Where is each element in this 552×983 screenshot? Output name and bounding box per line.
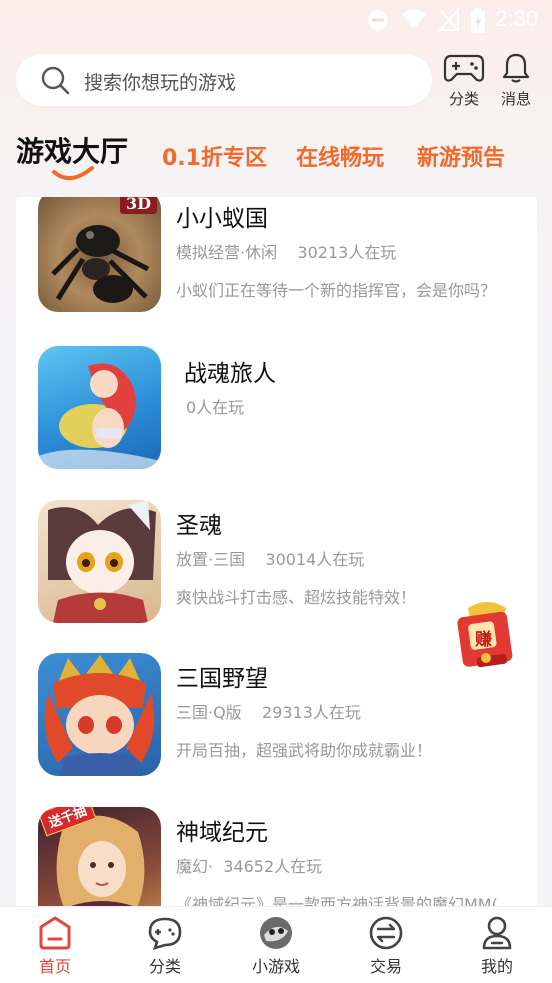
nav-home-label: 首页 — [38, 957, 71, 976]
game-icon-saint-soul[interactable] — [38, 500, 161, 623]
nav-category-label: 分类 — [148, 957, 181, 976]
game-title: 三国野望 — [176, 666, 268, 692]
anime-girl-icon — [38, 363, 161, 469]
wifi-icon — [402, 9, 426, 29]
game-meta: 魔幻· 34652人在玩 — [176, 857, 323, 876]
profile-icon — [482, 916, 512, 950]
game-title: 小小蚁国 — [176, 206, 268, 232]
messages-label: 消息 — [500, 90, 531, 108]
nav-trade[interactable]: 交易 — [331, 907, 441, 983]
list-item[interactable]: 3D 小小蚁国 模拟经营·休闲 30213人在玩 小蚁们正在等待一个新的指挥官，… — [16, 197, 537, 319]
game-title: 战魂旅人 — [184, 361, 276, 387]
status-time: 2:30 — [495, 6, 538, 31]
category-tabs: 游戏大厅 0.1折专区 在线畅玩 新游预告 — [0, 124, 552, 184]
list-item[interactable]: 战魂旅人 0人在玩 — [16, 346, 537, 476]
game-desc: 开局百抽，超强武将助你成就霸业！ — [176, 741, 433, 760]
nav-mini-games-label: 小游戏 — [251, 957, 300, 976]
gamepad-icon — [443, 54, 485, 82]
game-desc: 爽快战斗打击感、超炫技能特效！ — [176, 588, 417, 607]
bell-icon — [502, 53, 530, 83]
game-desc: 小蚁们正在等待一个新的指挥官，会是你吗？ — [176, 281, 497, 300]
status-bar: 2:30 — [0, 0, 552, 38]
fox-girl-icon — [48, 500, 156, 623]
game-meta: 0人在玩 — [186, 398, 245, 417]
category-label: 分类 — [448, 90, 479, 108]
tab-online-play[interactable]: 在线畅玩 — [296, 140, 384, 172]
tab-active-indicator — [52, 166, 94, 180]
game-meta: 模拟经营·休闲 30213人在玩 — [176, 243, 397, 262]
game-title: 神域纪元 — [176, 820, 268, 846]
nav-category[interactable]: 分类 — [110, 907, 220, 983]
home-icon — [39, 916, 71, 950]
dnd-icon — [368, 10, 388, 30]
battery-icon — [471, 8, 485, 33]
badge-3d: 3D — [119, 197, 157, 214]
messages-button[interactable]: 消息 — [486, 52, 546, 108]
game-icon-three-kingdoms[interactable] — [38, 653, 161, 776]
warrior-icon — [44, 655, 155, 776]
nav-trade-label: 交易 — [369, 957, 402, 976]
signal-off-icon — [438, 8, 459, 31]
category-chat-icon — [148, 917, 182, 950]
earn-red-envelope-button[interactable]: 赚 — [452, 600, 522, 672]
earn-label: 赚 — [475, 630, 492, 650]
game-meta: 放置·三国 30014人在玩 — [176, 550, 365, 569]
list-item[interactable]: 三国野望 三国·Q版 29313人在玩 开局百抽，超强武将助你成就霸业！ — [16, 653, 537, 783]
game-list: 3D 小小蚁国 模拟经营·休闲 30213人在玩 小蚁们正在等待一个新的指挥官，… — [16, 197, 537, 912]
trade-icon — [369, 916, 403, 950]
ant-icon — [51, 225, 150, 303]
nav-profile-label: 我的 — [480, 957, 513, 976]
nav-home[interactable]: 首页 — [0, 907, 110, 983]
nav-mini-games[interactable]: 小游戏 — [221, 907, 331, 983]
tab-discount-zone[interactable]: 0.1折专区 — [162, 140, 267, 172]
game-title: 圣魂 — [176, 513, 222, 539]
bottom-navigation: 首页 分类 小游戏 交易 我的 — [0, 906, 552, 983]
category-button[interactable]: 分类 — [434, 52, 494, 108]
nav-profile[interactable]: 我的 — [442, 907, 552, 983]
search-input[interactable]: 搜索你想玩的游戏 — [16, 54, 432, 106]
list-item[interactable]: 送千抽 神域纪元 魔幻· 34652人在玩 《神域纪元》是一款西方神话背景的魔幻… — [16, 807, 537, 912]
search-placeholder: 搜索你想玩的游戏 — [84, 72, 237, 94]
tab-new-games[interactable]: 新游预告 — [417, 140, 505, 172]
game-icon-ant[interactable]: 3D — [38, 197, 161, 312]
game-meta: 三国·Q版 29313人在玩 — [176, 703, 361, 722]
game-icon-divine-realm[interactable]: 送千抽 — [38, 807, 161, 912]
search-icon — [41, 66, 70, 95]
mini-game-icon — [260, 917, 292, 949]
game-icon-warsoul[interactable] — [38, 346, 161, 469]
